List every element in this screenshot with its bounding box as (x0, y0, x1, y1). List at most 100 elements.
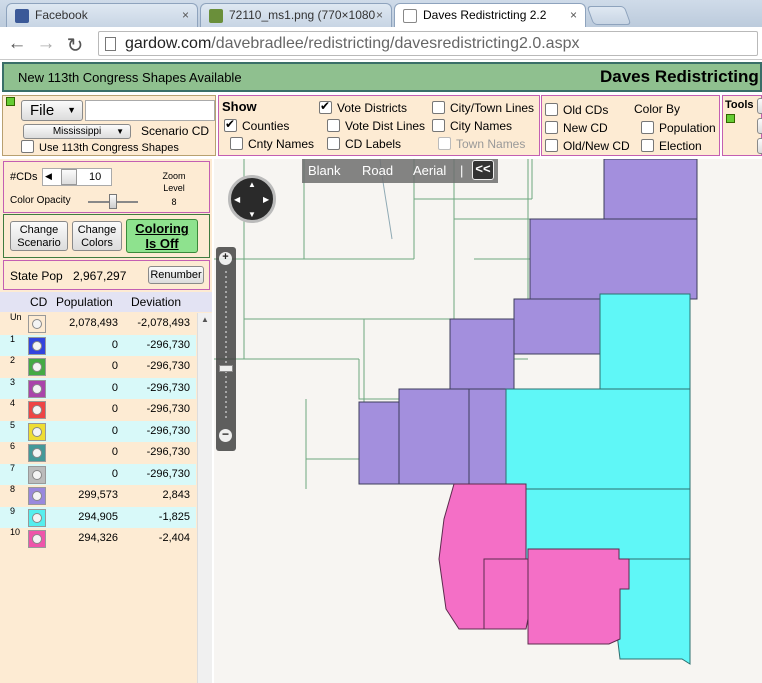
cd-labels-checkbox[interactable]: CD Labels (327, 137, 401, 151)
zoom-thumb[interactable] (219, 365, 233, 372)
district-color-swatch[interactable] (28, 315, 46, 333)
checkbox-box[interactable] (327, 119, 340, 132)
old-cds-checkbox[interactable]: Old CDs (545, 103, 608, 117)
checkbox-box[interactable] (432, 101, 445, 114)
district-color-swatch[interactable] (28, 465, 46, 484)
select-radio-icon[interactable] (32, 534, 42, 544)
select-radio-icon[interactable] (32, 383, 42, 394)
table-row[interactable]: 4 0 -296,730 (0, 398, 196, 420)
checkbox-box[interactable] (545, 121, 558, 134)
counties-checkbox[interactable]: Counties (224, 117, 289, 133)
select-radio-icon[interactable] (32, 340, 42, 351)
tools-button[interactable] (757, 98, 762, 114)
new-cd-checkbox[interactable]: New CD (545, 121, 608, 135)
select-radio-icon[interactable] (32, 362, 42, 372)
table-row[interactable]: 8 299,573 2,843 (0, 484, 196, 506)
stepper-thumb[interactable] (61, 169, 77, 185)
left-arrow-icon[interactable]: ◀ (45, 171, 52, 182)
select-radio-icon[interactable] (32, 512, 42, 523)
pan-left-icon[interactable]: ◀ (234, 195, 240, 204)
city-town-lines-checkbox[interactable]: City/Town Lines (432, 101, 534, 115)
collapse-icon[interactable] (6, 97, 15, 106)
coloring-toggle[interactable]: Coloring Is Off (126, 219, 198, 253)
renumber-button[interactable]: Renumber (148, 266, 204, 284)
select-radio-icon[interactable] (32, 319, 42, 329)
select-radio-icon[interactable] (32, 469, 42, 480)
town-names-checkbox[interactable]: Town Names (438, 137, 525, 151)
district-color-swatch[interactable] (28, 444, 46, 462)
table-scrollbar[interactable]: ▲ (197, 313, 212, 683)
district-color-swatch[interactable] (28, 401, 46, 419)
checkbox-box[interactable] (438, 137, 451, 150)
pan-right-icon[interactable]: ▶ (263, 195, 269, 204)
district-color-swatch[interactable] (28, 508, 46, 527)
select-radio-icon[interactable] (32, 448, 42, 458)
checkbox-box[interactable] (224, 117, 237, 132)
table-row[interactable]: 2 0 -296,730 (0, 355, 196, 377)
scroll-up-icon[interactable]: ▲ (201, 315, 209, 324)
checkbox-box[interactable] (545, 139, 558, 152)
vote-districts-checkbox[interactable]: Vote Districts (319, 99, 407, 115)
cds-stepper[interactable]: ◀ 10 (42, 168, 112, 186)
close-icon[interactable]: × (182, 8, 189, 22)
old-new-cd-checkbox[interactable]: Old/New CD (545, 139, 630, 153)
reload-icon[interactable]: ↻ (64, 33, 86, 58)
change-colors-button[interactable]: Change Colors (72, 221, 122, 251)
election-checkbox[interactable]: Election (641, 139, 702, 153)
map-view[interactable]: Blank Road Aerial | << ▲ ▼ ◀ ▶ + − (214, 159, 762, 683)
file-menu-button[interactable]: File ▼ (21, 100, 83, 121)
zoom-in-icon[interactable]: + (219, 252, 232, 265)
table-row[interactable]: 7 0 -296,730 (0, 463, 196, 485)
change-scenario-button[interactable]: Change Scenario (10, 221, 68, 251)
vote-dist-lines-checkbox[interactable]: Vote Dist Lines (327, 119, 425, 133)
population-checkbox[interactable]: Population (641, 121, 716, 135)
table-row[interactable]: 10 294,326 -2,404 (0, 527, 196, 549)
table-row[interactable]: 1 0 -296,730 (0, 334, 196, 356)
select-radio-icon[interactable] (32, 426, 42, 437)
district-color-swatch[interactable] (28, 422, 46, 441)
use113-checkbox[interactable]: Use 113th Congress Shapes (21, 140, 179, 154)
tools-button[interactable] (757, 138, 762, 154)
collapse-icon[interactable] (726, 114, 735, 123)
new-shapes-notice[interactable]: New 113th Congress Shapes Available (18, 70, 242, 85)
tools-button[interactable] (757, 118, 762, 134)
checkbox-box[interactable] (21, 140, 34, 153)
table-row[interactable]: 6 0 -296,730 (0, 441, 196, 463)
address-bar[interactable]: gardow.com/davebradlee/redistricting/dav… (98, 31, 758, 56)
new-tab-button[interactable] (586, 6, 632, 25)
district-color-swatch[interactable] (28, 336, 46, 355)
close-icon[interactable]: × (570, 8, 577, 22)
forward-arrow-icon[interactable]: → (35, 33, 57, 55)
pan-control[interactable]: ▲ ▼ ◀ ▶ (228, 175, 276, 223)
state-select[interactable]: Mississippi ▼ (23, 124, 131, 139)
pan-down-icon[interactable]: ▼ (248, 210, 256, 219)
checkbox-box[interactable] (545, 103, 558, 116)
tab-facebook[interactable]: Facebook × (6, 3, 198, 27)
table-row[interactable]: 5 0 -296,730 (0, 420, 196, 442)
select-radio-icon[interactable] (32, 491, 42, 501)
map-tab-blank[interactable]: Blank (308, 163, 341, 178)
district-color-swatch[interactable] (28, 358, 46, 376)
zoom-slider[interactable]: + − (216, 247, 236, 451)
table-row[interactable]: 9 294,905 -1,825 (0, 506, 196, 528)
checkbox-box[interactable] (230, 137, 243, 150)
district-color-swatch[interactable] (28, 487, 46, 505)
city-names-checkbox[interactable]: City Names (432, 119, 512, 133)
opacity-slider-thumb[interactable] (109, 194, 117, 209)
district-color-swatch[interactable] (28, 379, 46, 398)
map-tab-road[interactable]: Road (362, 163, 393, 178)
cnty-names-checkbox[interactable]: Cnty Names (230, 137, 314, 151)
zoom-out-icon[interactable]: − (219, 428, 232, 442)
tab-image[interactable]: 72110_ms1.png (770×1080 × (200, 3, 392, 27)
select-radio-icon[interactable] (32, 405, 42, 415)
checkbox-box[interactable] (641, 139, 654, 152)
collapse-map-toolbar-button[interactable]: << (472, 160, 494, 180)
tab-daves-redistricting[interactable]: Daves Redistricting 2.2 × (394, 3, 586, 28)
table-row[interactable]: 3 0 -296,730 (0, 377, 196, 399)
map-canvas[interactable] (214, 159, 762, 683)
checkbox-box[interactable] (327, 137, 340, 150)
back-arrow-icon[interactable]: ← (6, 33, 28, 55)
pan-up-icon[interactable]: ▲ (248, 180, 256, 189)
district-color-swatch[interactable] (28, 530, 46, 548)
table-row[interactable]: Un 2,078,493 -2,078,493 (0, 312, 196, 334)
